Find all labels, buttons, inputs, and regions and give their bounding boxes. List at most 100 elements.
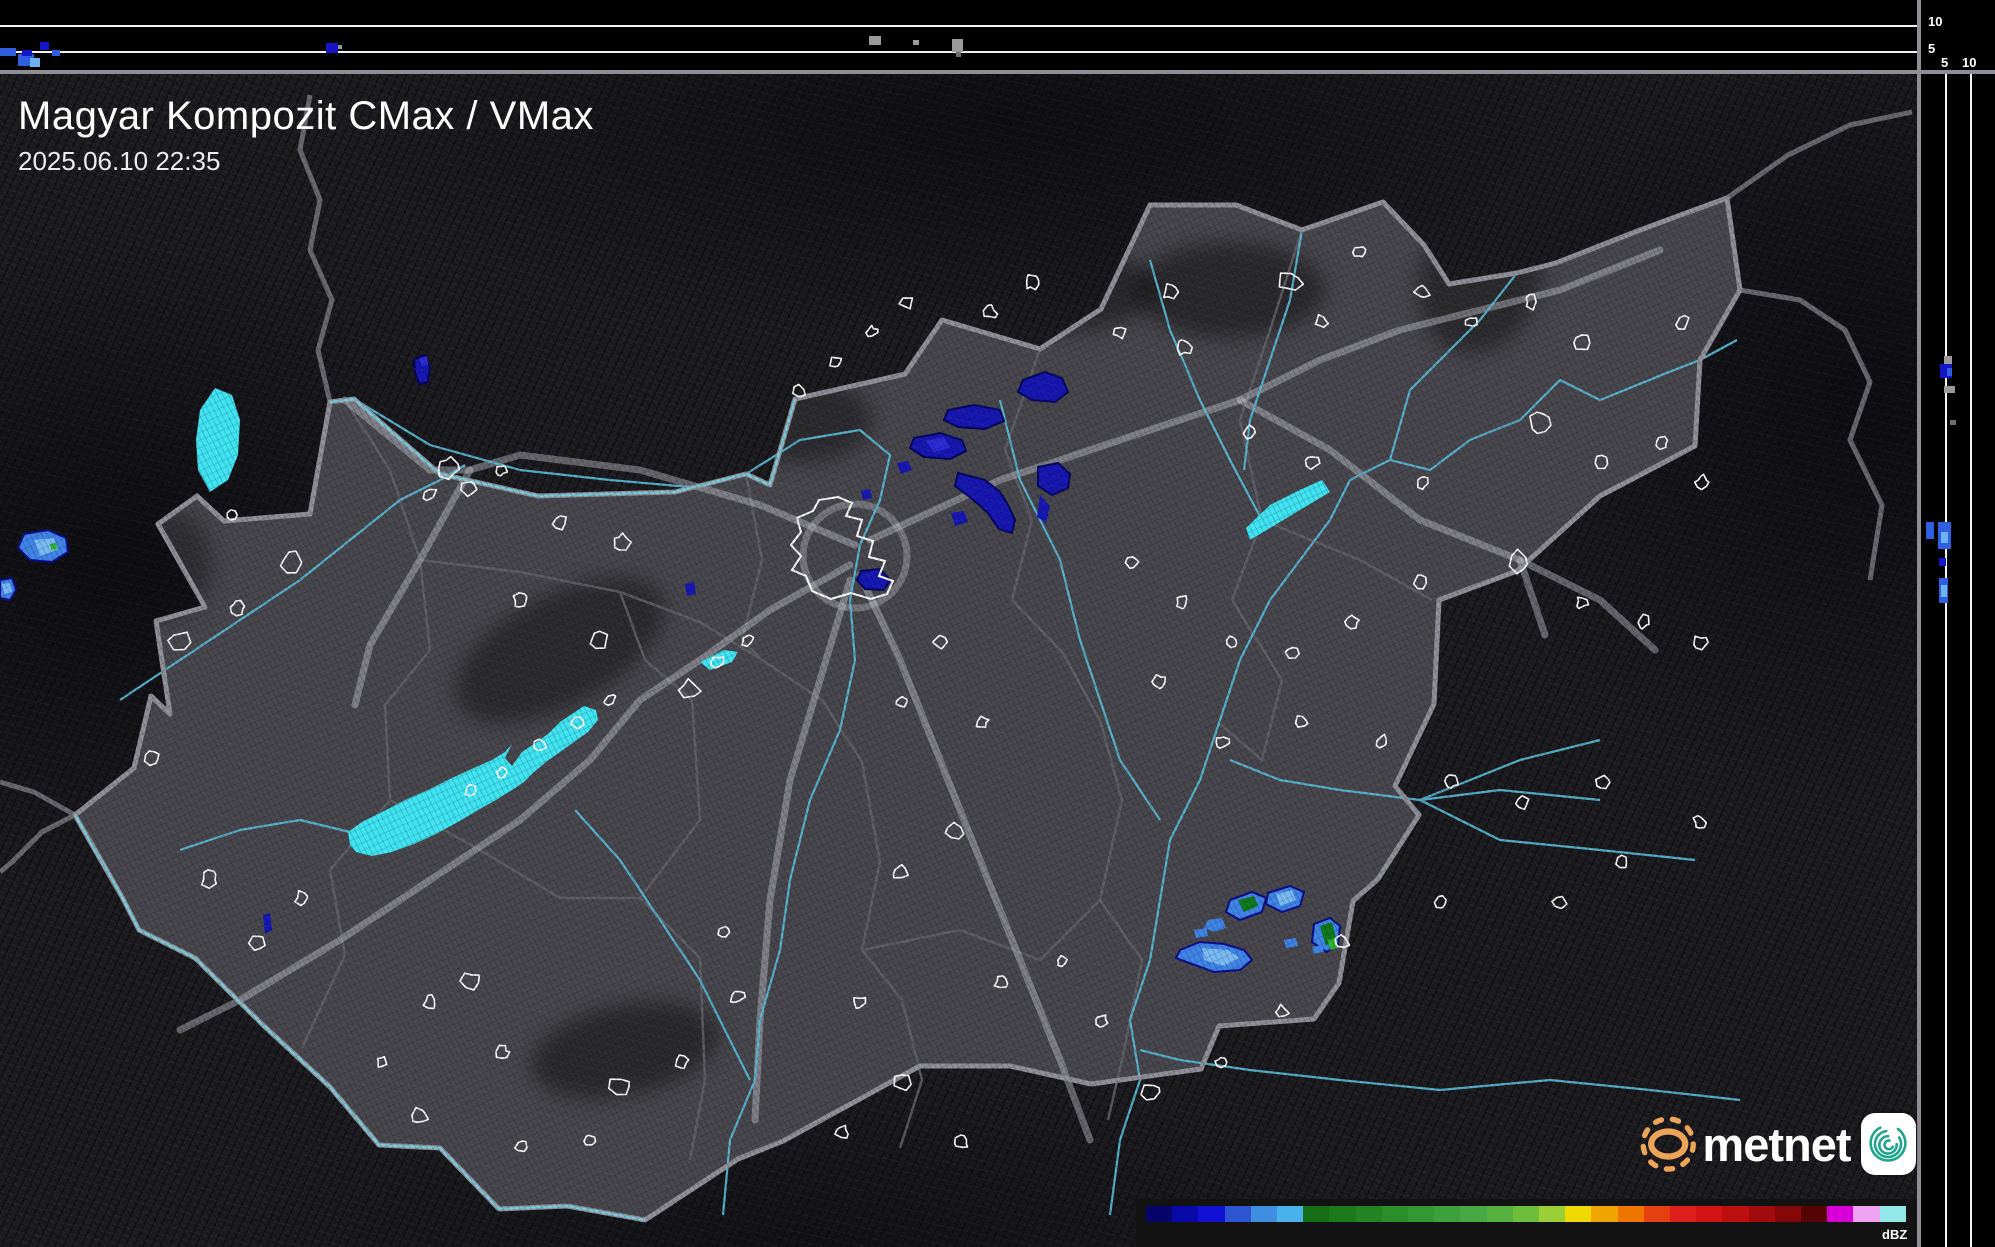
colorbar-cell	[1512, 1206, 1540, 1222]
radar-screen: { "header": { "title": "Magyar Kompozit …	[0, 0, 1995, 1247]
colorbar-cell	[1774, 1206, 1802, 1222]
profile-echo-blob	[1941, 532, 1948, 543]
colorbar-cell	[1198, 1206, 1225, 1222]
panel-separator-vertical	[1917, 0, 1921, 1247]
colorbar-cell	[1355, 1206, 1382, 1222]
colorbar-tick-label: 29	[1296, 0, 1314, 17]
profile-gridline-10km	[0, 25, 1926, 27]
colorbar-cell	[1172, 1206, 1199, 1222]
colorbar-cell	[1460, 1206, 1487, 1222]
colorbar-tick-label: 25	[1260, 0, 1279, 17]
dbz-colorbar	[1136, 1199, 1917, 1247]
colorbar-tick-label: 12	[1171, 0, 1190, 17]
colorbar-cell	[1303, 1206, 1330, 1222]
colorbar-cell	[1277, 1206, 1304, 1222]
radar-map	[0, 74, 1917, 1247]
profile-echo-blob	[1944, 356, 1952, 364]
profile-echo-blob	[1950, 420, 1956, 425]
colorbar-tick-label: 49	[1474, 0, 1492, 17]
height-axis-tick-10: 10	[1928, 14, 1943, 29]
colorbar-cell	[1565, 1206, 1592, 1222]
colorbar-tick-label: 23	[1242, 0, 1261, 17]
colorbar-cell	[1827, 1206, 1854, 1222]
colorbar-tick-label: 47	[1456, 0, 1475, 17]
width-axis-tick-10: 10	[1962, 55, 1977, 70]
colorbar-tick-label: 33	[1331, 0, 1350, 17]
timestamp: 2025.06.10 22:35	[18, 146, 221, 176]
colorbar-cell	[1670, 1206, 1697, 1222]
radar-echo	[685, 582, 696, 596]
colorbar-cell	[1146, 1206, 1173, 1222]
panel-separator-horizontal	[0, 70, 1995, 74]
colorbar-cell	[1486, 1206, 1513, 1222]
colorbar-tick-label: 45	[1438, 0, 1457, 17]
colorbar-cell	[1381, 1206, 1409, 1222]
colorbar-cell	[1329, 1206, 1356, 1222]
profile-echo-blob	[913, 40, 919, 45]
colorbar-cell	[1879, 1206, 1906, 1222]
profile-echo-blob	[1926, 522, 1934, 539]
profile-echo-blob	[52, 50, 60, 56]
colorbar-cell	[1853, 1206, 1880, 1222]
profile-gridline-5km	[0, 51, 1926, 53]
colorbar-cells	[1146, 1206, 1906, 1222]
profile-echo-blob	[1944, 386, 1955, 393]
height-axis-tick-5: 5	[1928, 41, 1936, 56]
page-title: Magyar Kompozit CMax / VMax	[18, 94, 594, 138]
width-axis-tick-5: 5	[1941, 55, 1949, 70]
colorbar-tick-label: 43	[1420, 0, 1439, 17]
colorbar-cell	[1617, 1206, 1644, 1222]
colorbar-cell	[1722, 1206, 1749, 1222]
profile-echo-blob	[869, 36, 881, 45]
colorbar-cell	[1434, 1206, 1461, 1222]
radar-echo	[861, 489, 872, 500]
profile-echo-blob	[956, 52, 961, 57]
metnet-wordmark: metnet	[1702, 1117, 1851, 1171]
colorbar-cell	[1408, 1206, 1435, 1222]
colorbar-tick-label: 15	[1189, 0, 1208, 17]
colorbar-tick-label: 35	[1349, 0, 1368, 17]
profile-echo-blob	[0, 48, 16, 56]
sun-icon	[1640, 1116, 1696, 1172]
profile-gridline-10km-v	[1970, 74, 1972, 1247]
colorbar-tick-label: 54	[1509, 0, 1528, 17]
colorbar-tick-label: 9	[1162, 0, 1172, 17]
colorbar-tick-label: 0	[1136, 0, 1145, 17]
right-height-profile-panel: 10 5 5 10	[1921, 0, 1995, 1247]
profile-echo-blob	[1939, 558, 1946, 566]
colorbar-tick-label: 27	[1278, 0, 1297, 17]
profile-echo-blob	[22, 50, 32, 56]
colorbar-cell	[1643, 1206, 1671, 1222]
colorbar-tick-label: 57	[1527, 0, 1546, 17]
colorbar-cell	[1696, 1206, 1723, 1222]
colorbar-tick-label: 51	[1491, 0, 1510, 17]
profile-echo-blob	[30, 58, 40, 67]
profile-echo-blob	[1947, 368, 1952, 376]
colorbar-tick-label: 41	[1402, 0, 1421, 17]
colorbar-tick-label: 37	[1367, 0, 1386, 17]
colorbar-tick-label: 31	[1314, 0, 1332, 17]
colorbar-cell	[1801, 1206, 1828, 1222]
colorbar-tick-label: 66	[1580, 0, 1599, 17]
colorbar-tick-label: 63	[1563, 0, 1581, 17]
radar-echo	[942, 403, 1006, 431]
colorbar-tick-label: 69	[1598, 0, 1617, 17]
colorbar-tick-label: 6	[1153, 0, 1163, 17]
profile-echo-blob	[952, 39, 963, 52]
metnet-app-icon	[1860, 1113, 1916, 1175]
colorbar-cell	[1224, 1206, 1251, 1222]
profile-echo-blob	[326, 43, 338, 53]
metnet-logo[interactable]: metnet	[1636, 1102, 1916, 1186]
colorbar-tick-label: 18	[1207, 0, 1226, 17]
profile-gridline-5km-v	[1945, 74, 1947, 1247]
top-height-profile-panel	[0, 0, 1995, 70]
colorbar-unit-label: dBZ	[1882, 1227, 1908, 1242]
spiral-icon	[1869, 1124, 1907, 1162]
profile-echo-blob	[1941, 585, 1947, 597]
radar-echo	[50, 543, 57, 550]
colorbar-tick-label: 3	[1144, 0, 1154, 17]
colorbar-tick-label: 39	[1385, 0, 1403, 17]
colorbar-tick-label: 21	[1225, 0, 1243, 17]
colorbar-cell	[1539, 1206, 1566, 1222]
colorbar-tick-label: 60	[1545, 0, 1564, 17]
